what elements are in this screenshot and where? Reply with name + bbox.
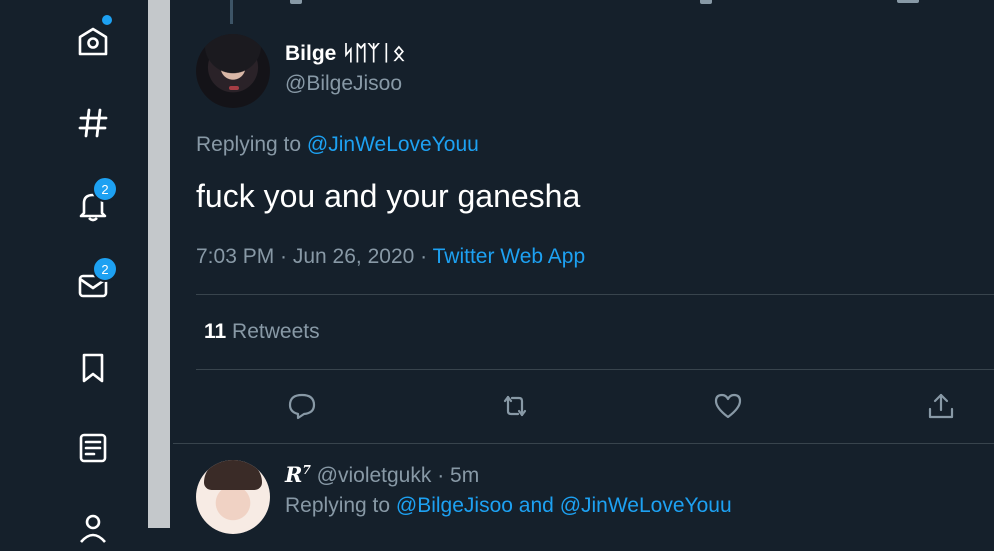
share-icon (928, 393, 954, 419)
retweet-label: Retweets (232, 320, 320, 343)
divider (196, 294, 994, 295)
reply-avatar[interactable] (196, 460, 270, 534)
reply-time[interactable]: 5m (450, 464, 479, 487)
home-notification-dot (102, 15, 112, 25)
user-handle[interactable]: @BilgeJisoo (285, 72, 402, 96)
retweet-button[interactable] (497, 388, 533, 424)
reply-button[interactable] (284, 388, 320, 424)
like-button[interactable] (710, 388, 746, 424)
scrollbar-gutter (148, 0, 170, 528)
list-icon[interactable] (70, 425, 116, 471)
display-name[interactable]: Bilge ᛋᛖᛉᛁᛟ (285, 42, 405, 66)
reply-display-name-sup: 7 (302, 463, 311, 477)
tweet-text: fuck you and your ganesha (196, 178, 581, 214)
profile-icon[interactable] (70, 505, 116, 551)
retweet-icon (503, 395, 527, 417)
share-button[interactable] (923, 388, 959, 424)
avatar-hair (204, 460, 262, 490)
reply-handle[interactable]: @violetgukk (317, 464, 432, 487)
reply-display-name[interactable]: R7 (285, 462, 311, 487)
avatar-lips (229, 86, 239, 90)
sidebar: 2 2 (0, 0, 148, 543)
retweet-count: 11 (204, 320, 227, 343)
reply-replying-prefix: Replying to (285, 494, 391, 517)
reply-replying-to: Replying to @BilgeJisoo and @JinWeLoveYo… (285, 494, 732, 518)
replying-to-link[interactable]: @JinWeLoveYouu (307, 133, 479, 156)
divider (173, 443, 994, 444)
home-icon[interactable] (70, 18, 116, 64)
avatar-hair (196, 34, 270, 108)
retweets-stat[interactable]: 11 Retweets (204, 320, 320, 344)
reply-dot: · (437, 464, 445, 487)
thread-line (230, 0, 233, 24)
replying-prefix: Replying to (196, 133, 302, 156)
meta-separator: · (414, 245, 433, 268)
reply-replying-and: and (518, 494, 554, 517)
reply-icon (288, 393, 316, 420)
prev-tweet-icon-fragment (700, 0, 712, 4)
source-link[interactable]: Twitter Web App (433, 245, 586, 268)
messages-badge: 2 (92, 256, 118, 282)
bookmark-icon[interactable] (70, 345, 116, 391)
prev-tweet-icon-fragment (897, 0, 919, 3)
tweet-meta: 7:03 PM · Jun 26, 2020 · Twitter Web App (196, 245, 585, 269)
prev-tweet-icon-fragment (290, 0, 302, 4)
notifications-badge: 2 (92, 176, 118, 202)
replying-to: Replying to @JinWeLoveYouu (196, 133, 479, 157)
reply-header: R7 @violetgukk · 5m (285, 462, 479, 488)
timestamp[interactable]: 7:03 PM · Jun 26, 2020 (196, 245, 414, 268)
avatar[interactable] (196, 34, 270, 108)
reply-replying-user2[interactable]: @JinWeLoveYouu (560, 494, 732, 517)
hashtag-icon[interactable] (70, 100, 116, 146)
divider (196, 369, 994, 370)
reply-replying-user1[interactable]: @BilgeJisoo (396, 494, 513, 517)
heart-icon (714, 393, 742, 419)
reply-display-name-text: R (285, 462, 303, 487)
